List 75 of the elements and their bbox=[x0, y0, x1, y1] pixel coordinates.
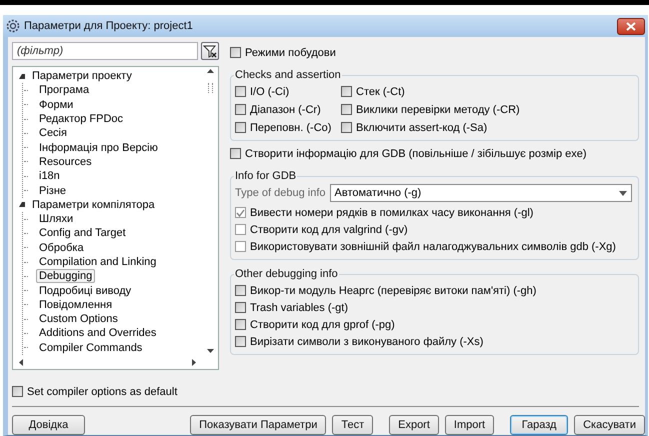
close-icon bbox=[626, 22, 636, 30]
scroll-down-icon[interactable] bbox=[207, 349, 214, 353]
dialog-button[interactable]: Import bbox=[444, 415, 494, 435]
expanded-triangle-icon[interactable] bbox=[19, 74, 25, 79]
checkbox-label: Виклики перевірки методу (-CR) bbox=[356, 104, 520, 116]
dialog-button[interactable]: Гаразд bbox=[510, 415, 568, 435]
scroll-left-icon[interactable] bbox=[19, 358, 23, 366]
checkbox-label: Створити код для gprof (-pg) bbox=[250, 318, 395, 330]
checkbox[interactable] bbox=[235, 122, 246, 133]
tree-item[interactable]: Форми bbox=[36, 98, 76, 112]
checkbox-label: Створити інформацію для GDB (повільніше / зібільшує розмір exe) bbox=[245, 148, 587, 160]
checkbox[interactable] bbox=[235, 86, 246, 97]
tree-item[interactable]: Additions and Overrides bbox=[36, 326, 160, 340]
checkbox-label: Включити assert-код (-Sa) bbox=[356, 122, 488, 134]
checkbox-label: Trash variables (-gt) bbox=[250, 302, 348, 314]
dialog-button[interactable]: Показувати Параметри bbox=[190, 415, 326, 435]
tree-item[interactable]: Параметри проекту bbox=[29, 69, 135, 84]
checkbox-label: I/O (-Ci) bbox=[250, 86, 290, 98]
checkbox-label: Викор-ти модуль Heaprc (перевіряє витоки пам'яті) (-gh) bbox=[250, 284, 536, 296]
tree-item[interactable]: Compiler Commands bbox=[36, 340, 146, 355]
checkbox-label: Використовувати зовнішній файл налагоджувальних символів gdb (-Xg) bbox=[250, 240, 616, 252]
group-title: Other debugging info bbox=[234, 268, 339, 280]
tree-item[interactable]: Різне bbox=[36, 184, 70, 198]
tree-item[interactable]: Програма bbox=[36, 83, 92, 98]
tree-item[interactable]: Подробиці виводу bbox=[36, 284, 134, 298]
tree-item[interactable]: Шляхи bbox=[36, 212, 76, 226]
checkbox-label: Set compiler options as default bbox=[27, 386, 178, 398]
dialog-button[interactable]: Скасувати bbox=[574, 415, 645, 435]
checkbox[interactable] bbox=[341, 104, 352, 115]
tree-item[interactable]: Параметри компілятора bbox=[29, 198, 158, 212]
tree-item[interactable]: Config and Target bbox=[36, 226, 129, 240]
checkbox-label: Діапазон (-Cr) bbox=[250, 104, 321, 116]
tree-item[interactable]: Custom Options bbox=[36, 312, 121, 326]
checkbox[interactable] bbox=[235, 285, 246, 296]
checkbox-label: Вирізати символи з виконуваного файлу (-Xs) bbox=[250, 336, 484, 348]
checkbox[interactable] bbox=[230, 148, 241, 159]
scroll-right-icon[interactable] bbox=[192, 358, 196, 366]
expanded-triangle-icon[interactable] bbox=[19, 202, 25, 208]
tree-item[interactable]: Сесія bbox=[36, 126, 70, 140]
funnel-icon bbox=[203, 44, 217, 58]
debug-type-dropdown[interactable]: Автоматично (-g) bbox=[330, 184, 632, 202]
caret-icon bbox=[619, 190, 627, 196]
checkbox[interactable] bbox=[235, 319, 246, 330]
tree-item[interactable]: i18n bbox=[36, 169, 63, 184]
scroll-up-icon[interactable] bbox=[207, 69, 214, 73]
checkbox[interactable] bbox=[235, 302, 246, 313]
dialog-button[interactable]: Тест bbox=[332, 415, 374, 435]
checkbox-label: Створити код для valgrind (-gv) bbox=[250, 224, 408, 236]
tree-item[interactable]: Resources bbox=[36, 154, 95, 169]
group-title: Checks and assertion bbox=[234, 69, 342, 81]
gear-icon bbox=[6, 19, 20, 33]
filter-field[interactable]: (фільтр) bbox=[12, 42, 198, 60]
checkbox[interactable] bbox=[235, 336, 246, 347]
tree-item[interactable]: Debugging bbox=[36, 269, 96, 284]
tree-item[interactable]: Обробка bbox=[36, 240, 87, 255]
checkbox-label: Стек (-Ct) bbox=[356, 86, 405, 98]
checkbox[interactable] bbox=[230, 47, 241, 58]
dialog-button[interactable]: Довідка bbox=[12, 415, 85, 435]
filter-button[interactable] bbox=[201, 42, 219, 60]
checkbox[interactable] bbox=[341, 86, 352, 97]
checkbox-label: Переповн. (-Co) bbox=[250, 122, 332, 134]
tree-item[interactable]: Compilation and Linking bbox=[36, 255, 160, 269]
checkbox[interactable] bbox=[12, 386, 23, 397]
tree-item[interactable]: Редактор FPDoc bbox=[36, 112, 126, 126]
field-label: Type of debug info bbox=[235, 187, 326, 199]
tree-item[interactable]: Інформація про Версію bbox=[36, 140, 161, 155]
checkbox[interactable] bbox=[235, 104, 246, 115]
dialog-button[interactable]: Export bbox=[389, 415, 439, 435]
group-title: Info for GDB bbox=[234, 170, 298, 182]
close-button[interactable] bbox=[617, 18, 645, 34]
window-title: Параметри для Проекту: project1 bbox=[24, 20, 193, 32]
checkbox-label: Режими побудови bbox=[245, 46, 336, 58]
tree-item[interactable]: Повідомлення bbox=[36, 298, 116, 312]
checkbox-label: Вивести номери рядків в помилках часу виконання (-gl) bbox=[250, 206, 534, 218]
checkbox[interactable] bbox=[341, 122, 352, 133]
